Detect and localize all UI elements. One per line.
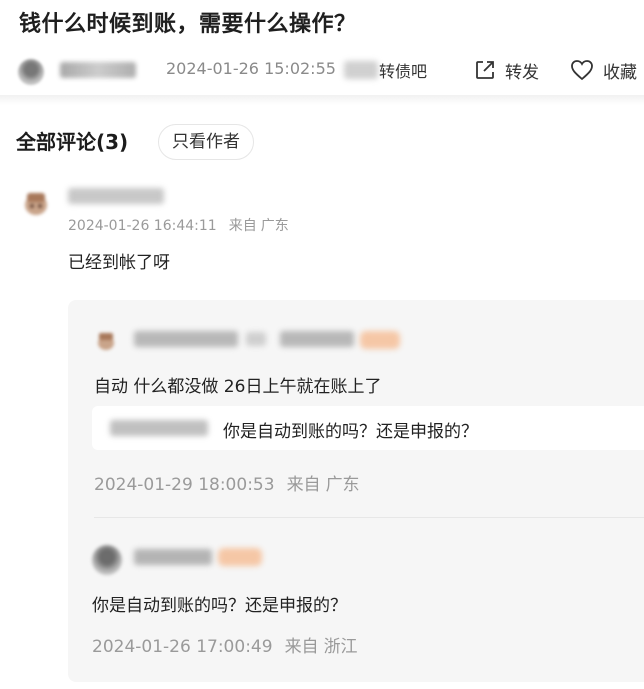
- heart-icon: [571, 60, 593, 81]
- reply-meta: 2024-01-29 18:00:53 来自 广东: [94, 470, 360, 495]
- reply-to-blurred: [246, 332, 266, 346]
- reply-target-blurred[interactable]: [280, 331, 354, 347]
- author-badge-blurred: [218, 548, 262, 566]
- reply-avatar[interactable]: [92, 545, 122, 575]
- author-name-blurred[interactable]: [60, 62, 136, 78]
- reply-date: 2024-01-29 18:00:53: [94, 475, 275, 495]
- share-button[interactable]: 转发: [474, 57, 539, 83]
- comment-date: 2024-01-26 16:44:11: [68, 218, 217, 234]
- reply-divider: [94, 517, 644, 518]
- favorite-label: 收藏: [603, 62, 637, 83]
- author-avatar[interactable]: [18, 59, 44, 85]
- section-divider: [0, 95, 644, 105]
- comment-meta: 2024-01-26 16:44:11 来自 广东: [68, 215, 289, 235]
- reply-text: 你是自动到账的吗？还是申报的？: [92, 596, 347, 616]
- post-title: 钱什么时候到账，需要什么操作？: [19, 12, 357, 37]
- reply-author-blurred[interactable]: [134, 331, 238, 347]
- share-icon: [476, 61, 494, 79]
- comment-text: 已经到帐了呀: [68, 253, 170, 273]
- commenter-name-blurred[interactable]: [68, 188, 164, 204]
- quoted-reply: 你是自动到账的吗？还是申报的？: [92, 406, 644, 450]
- comment-location: 广东: [260, 218, 289, 234]
- reply-avatar[interactable]: [94, 329, 118, 353]
- post-date: 2024-01-26 15:02:55: [166, 59, 336, 78]
- reply-date: 2024-01-26 17:00:49: [92, 637, 273, 657]
- quoted-text: 你是自动到账的吗？还是申报的？: [223, 422, 478, 442]
- post-meta: 2024-01-26 15:02:55 转债吧 转发 收藏: [18, 57, 644, 85]
- reply-author-blurred[interactable]: [134, 549, 212, 565]
- comments-heading: 全部评论(3): [16, 130, 129, 154]
- author-only-button[interactable]: 只看作者: [158, 124, 254, 160]
- commenter-avatar[interactable]: [20, 187, 52, 219]
- reply-location-label: 来自: [286, 475, 321, 495]
- favorite-button[interactable]: 收藏: [570, 57, 637, 83]
- reply-text: 自动 什么都没做 26日上午就在账上了: [94, 377, 382, 397]
- reply-location: 广东: [325, 475, 360, 495]
- comment-location-label: 来自: [228, 218, 257, 234]
- author-badge-blurred: [360, 331, 400, 349]
- forum-link[interactable]: 转债吧: [379, 58, 427, 82]
- quoted-author-blurred[interactable]: [110, 420, 208, 436]
- reply-location: 浙江: [323, 637, 358, 657]
- share-label: 转发: [505, 62, 539, 83]
- reply-location-label: 来自: [284, 637, 319, 657]
- replies-container: 自动 什么都没做 26日上午就在账上了 你是自动到账的吗？还是申报的？ 2024…: [68, 300, 644, 682]
- reply-meta: 2024-01-26 17:00:49 来自 浙江: [92, 632, 358, 657]
- redacted-text: [344, 61, 378, 79]
